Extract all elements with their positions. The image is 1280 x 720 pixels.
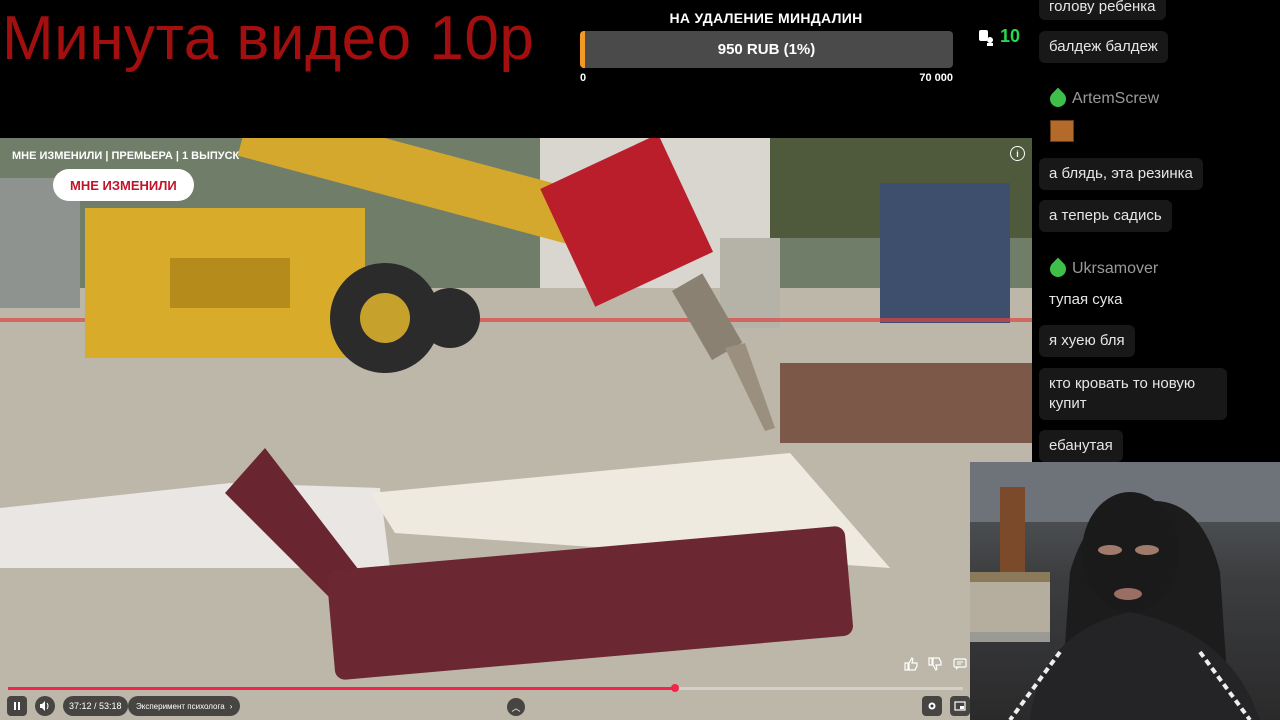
chat-message: а теперь садись	[1039, 200, 1172, 232]
chat-message: а блядь, эта резинка	[1039, 158, 1203, 190]
progress-fill	[8, 687, 675, 690]
info-icon[interactable]: i	[1010, 146, 1025, 161]
comment-icon[interactable]	[951, 655, 969, 673]
channel-button[interactable]: МНЕ ИЗМЕНИЛИ	[53, 169, 194, 201]
chat-author-name: Ukrsamover	[1072, 260, 1159, 277]
volume-button[interactable]	[35, 696, 55, 716]
donation-goal-title: НА УДАЛЕНИЕ МИНДАЛИН	[669, 10, 863, 26]
viewer-counter: 10	[978, 26, 1020, 47]
dislike-icon[interactable]	[926, 655, 944, 673]
donation-goal-min: 0	[580, 72, 587, 84]
settings-button[interactable]	[922, 696, 942, 716]
player-controls: 37:12 / 53:18 Эксперимент психолога › ︿	[0, 684, 970, 720]
chapter-button[interactable]: Эксперимент психолога ›	[128, 696, 241, 716]
leaf-badge-icon	[1046, 257, 1070, 281]
chat-message: ебанутая	[1039, 430, 1123, 462]
donation-goal-value: 950 RUB (1%)	[717, 41, 816, 58]
chat-author[interactable]: Ukrsamover	[1039, 257, 1158, 281]
chevron-up-icon: ︿	[511, 702, 521, 713]
chat-message: я хуею бля	[1039, 325, 1135, 357]
like-icon[interactable]	[902, 655, 920, 673]
video-title: МНЕ ИЗМЕНИЛИ | ПРЕМЬЕРА | 1 ВЫПУСК	[12, 150, 240, 162]
chat-message: голову ребенка	[1039, 0, 1166, 20]
viewer-count-value: 10	[1000, 26, 1021, 46]
viewers-icon	[979, 29, 993, 46]
promo-text: Минута видео 10р	[2, 4, 535, 73]
donation-goal-bar: 950 RUB (1%)	[580, 31, 953, 68]
pause-icon	[14, 702, 20, 710]
chat-author-name: ArtemScrew	[1072, 90, 1160, 107]
progress-handle[interactable]	[670, 684, 679, 692]
leaf-badge-icon	[1046, 87, 1070, 111]
chat-message: тупая сука	[1049, 291, 1123, 308]
chat-author[interactable]: ArtemScrew	[1039, 87, 1159, 111]
video-frame	[0, 138, 1032, 720]
webcam-feed	[970, 462, 1280, 720]
chat-message: балдеж балдеж	[1039, 31, 1168, 63]
video-player[interactable]: МНЕ ИЗМЕНИЛИ | ПРЕМЬЕРА | 1 ВЫПУСК МНЕ И…	[0, 138, 1032, 720]
chapter-label: Эксперимент психолога	[136, 701, 225, 711]
expand-button[interactable]: ︿	[507, 698, 525, 716]
chevron-right-icon: ›	[229, 701, 233, 711]
volume-icon	[40, 701, 49, 711]
settings-icon	[928, 702, 936, 710]
emote-image	[1050, 120, 1074, 142]
pause-button[interactable]	[7, 696, 27, 716]
chat-panel: голову ребенка балдеж балдеж ArtemScrew …	[1034, 0, 1280, 462]
donation-goal-max: 70 000	[919, 72, 953, 84]
fullscreen-icon	[954, 701, 966, 711]
progress-bar[interactable]	[8, 684, 963, 692]
chat-message: кто кровать то новую купит	[1039, 368, 1227, 420]
webcam-image	[970, 462, 1280, 720]
time-display: 37:12 / 53:18	[63, 696, 128, 716]
fullscreen-button[interactable]	[950, 696, 970, 716]
